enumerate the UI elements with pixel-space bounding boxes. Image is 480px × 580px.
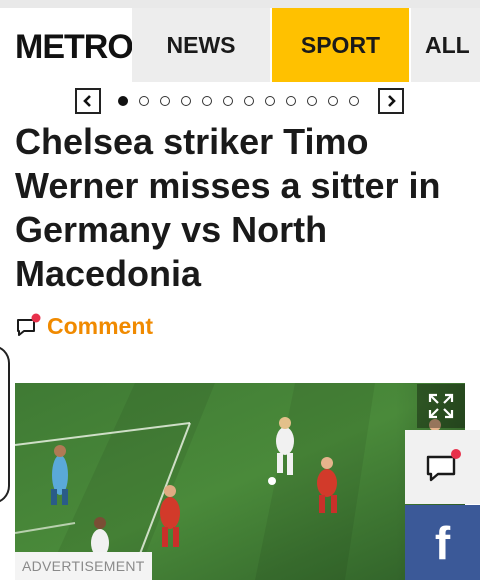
carousel-prev-button[interactable] (75, 88, 101, 114)
article-photo[interactable] (15, 383, 465, 580)
tab-news[interactable]: NEWS (132, 8, 270, 82)
chat-bubble-icon (426, 449, 461, 482)
carousel-dot[interactable] (139, 96, 149, 106)
carousel-dot[interactable] (181, 96, 191, 106)
comment-link[interactable]: Comment (15, 310, 153, 342)
top-strip (0, 0, 480, 8)
expand-image-button[interactable] (417, 384, 465, 428)
metro-logo[interactable]: METRO (15, 30, 134, 64)
facebook-share-button[interactable]: f (405, 505, 480, 580)
carousel-dot[interactable] (307, 96, 317, 106)
football-pitch-image (15, 383, 465, 580)
carousel-dot[interactable] (244, 96, 254, 106)
chevron-left-icon (83, 95, 91, 107)
carousel-dot[interactable] (160, 96, 170, 106)
carousel-dot[interactable] (223, 96, 233, 106)
carousel-next-button[interactable] (378, 88, 404, 114)
carousel-dot[interactable] (202, 96, 212, 106)
tab-sport[interactable]: SPORT (272, 8, 409, 82)
comment-label: Comment (47, 312, 154, 339)
carousel-dot[interactable] (286, 96, 296, 106)
chevron-right-icon (388, 95, 396, 107)
tab-all[interactable]: ALL (411, 8, 480, 82)
comment-icon (15, 313, 41, 339)
advertisement-label: ADVERTISEMENT (15, 552, 152, 580)
carousel-dot[interactable] (349, 96, 359, 106)
carousel-dot[interactable] (265, 96, 275, 106)
side-drawer-handle[interactable] (0, 345, 10, 504)
facebook-icon: f (434, 516, 451, 569)
carousel-dot[interactable] (328, 96, 338, 106)
chat-button[interactable] (405, 430, 480, 504)
article-headline: Chelsea striker Timo Werner misses a sit… (15, 121, 441, 294)
expand-icon (428, 393, 454, 419)
top-nav: METRO NEWS SPORT ALL (0, 8, 480, 82)
carousel-dot[interactable] (118, 96, 128, 106)
